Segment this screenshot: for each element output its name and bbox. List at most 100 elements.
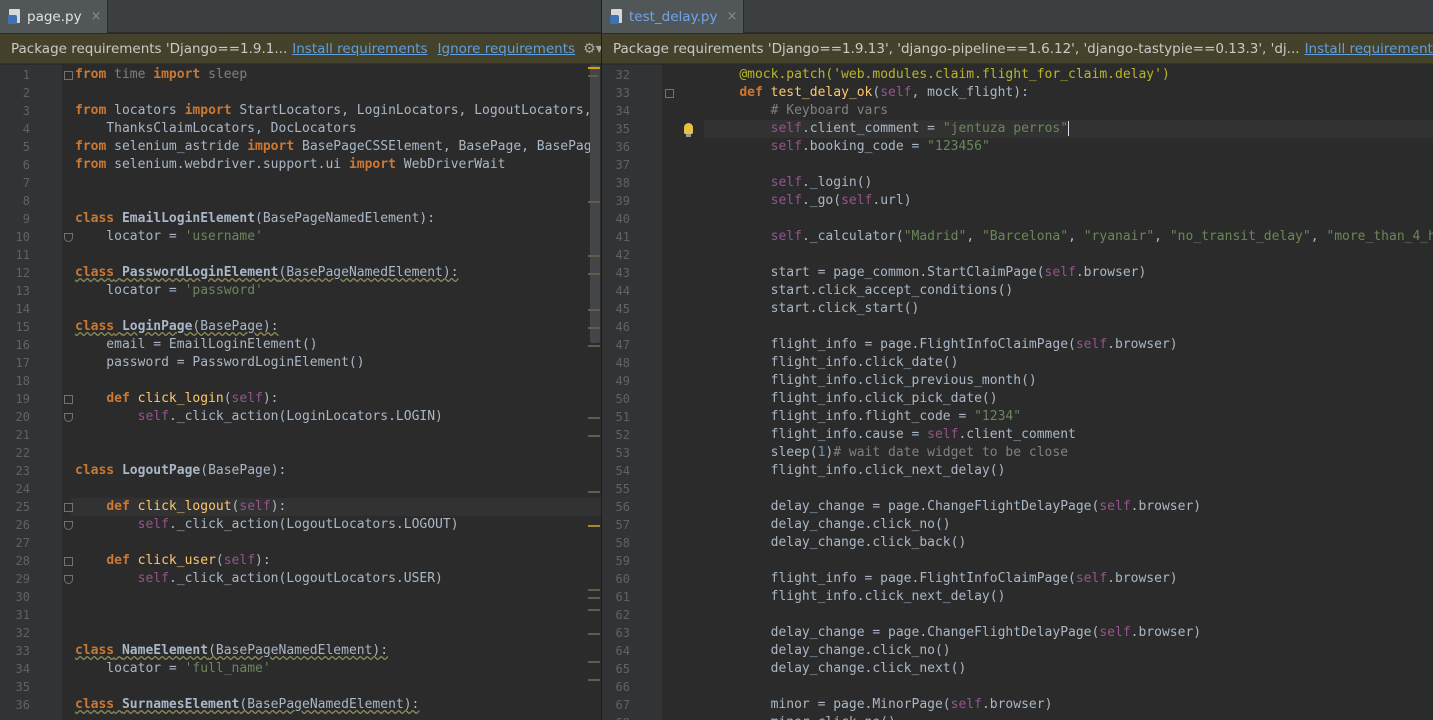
right-editor-pane: test_delay.py × Package requirements 'Dj…	[602, 0, 1433, 720]
code-line: delay_change.click_back()	[708, 534, 967, 552]
fold-end-marker[interactable]	[64, 413, 73, 422]
error-stripe-mark[interactable]	[588, 435, 600, 437]
error-stripe-mark[interactable]	[588, 273, 600, 275]
code-token: .browser)	[981, 697, 1053, 712]
lightbulb-icon[interactable]	[684, 123, 693, 137]
code-line: def click_user(self):	[75, 552, 271, 570]
tab-label: test_delay.py	[629, 8, 718, 25]
tab-page-py[interactable]: page.py ×	[0, 0, 109, 33]
code-line: flight_info.click_pick_date()	[708, 390, 998, 408]
fold-marker[interactable]	[64, 557, 73, 566]
line-number: 48	[615, 356, 630, 370]
code-token: 'full_name'	[184, 661, 271, 676]
code-line: from selenium.webdriver.support.ui impor…	[75, 156, 506, 174]
error-stripe-mark[interactable]	[588, 309, 600, 311]
error-stripe-mark[interactable]	[588, 525, 600, 527]
fold-end-marker[interactable]	[64, 575, 73, 584]
install-requirements-link[interactable]: Install requirements	[292, 41, 427, 57]
fold-marker[interactable]	[665, 89, 674, 98]
code-line: delay_change.click_no()	[708, 516, 951, 534]
code-token: self	[950, 697, 982, 712]
error-stripe-mark[interactable]	[588, 597, 600, 599]
code-token: .browser)	[1130, 499, 1202, 514]
line-number: 1	[22, 68, 30, 82]
code-token: (BasePageNamedElement):	[278, 265, 459, 280]
code-line: flight_info.flight_code = "1234"	[708, 408, 1021, 426]
error-stripe-mark[interactable]	[588, 345, 600, 347]
code-token: PasswordLoginElement	[121, 265, 279, 280]
line-number: 53	[615, 446, 630, 460]
code-token: (BasePage):	[192, 319, 279, 334]
error-stripe-mark[interactable]	[588, 679, 600, 681]
code-token: ):	[255, 553, 271, 568]
code-token: self	[841, 193, 873, 208]
line-number: 67	[615, 698, 630, 712]
error-stripe-mark[interactable]	[588, 327, 600, 329]
code-token: .booking_code =	[801, 139, 928, 154]
line-number: 34	[615, 104, 630, 118]
error-stripe-mark[interactable]	[588, 589, 600, 591]
tab-test-delay-py[interactable]: test_delay.py ×	[602, 0, 745, 33]
error-stripe-mark[interactable]	[588, 67, 600, 69]
error-stripe-mark[interactable]	[588, 75, 598, 77]
code-token: ,	[1310, 229, 1327, 244]
code-token: (BasePage):	[200, 463, 287, 478]
code-line: locator = 'password'	[75, 282, 263, 300]
code-line: flight_info.click_date()	[708, 354, 959, 372]
code-line: from locators import StartLocators, Logi…	[75, 102, 592, 120]
error-stripe-mark[interactable]	[588, 609, 600, 611]
code-token: self	[137, 409, 169, 424]
code-token: selenium_astride	[106, 139, 248, 154]
code-token: ._go(	[801, 193, 842, 208]
fold-marker[interactable]	[64, 395, 73, 404]
error-stripe-mark[interactable]	[588, 661, 600, 663]
code-line: minor.click_no()	[708, 714, 896, 720]
vertical-scrollbar[interactable]	[590, 65, 600, 343]
code-token: self	[880, 85, 912, 100]
fold-marker[interactable]	[64, 71, 73, 80]
line-number: 5	[22, 140, 30, 154]
close-tab-icon[interactable]: ×	[727, 9, 738, 24]
error-stripe-mark[interactable]	[588, 491, 600, 493]
code-editor[interactable]: 1 from time import sleep 2 3 from locators i…	[0, 65, 601, 720]
fold-end-marker[interactable]	[64, 233, 73, 242]
fold-end-marker[interactable]	[64, 521, 73, 530]
gear-icon[interactable]: ⚙▾	[583, 41, 601, 57]
code-token: ._click_action(LogoutLocators.LOGOUT)	[168, 517, 459, 532]
code-token: flight_info.click_previous_month()	[708, 373, 1037, 388]
code-token: class	[75, 265, 115, 280]
code-token: "Barcelona"	[981, 229, 1069, 244]
error-stripe-mark[interactable]	[588, 417, 600, 419]
code-token: start = page_common.StartClaimPage(	[708, 265, 1045, 280]
line-number: 14	[15, 302, 30, 316]
code-editor[interactable]: 32 @mock.patch('web.modules.claim.flight…	[602, 65, 1433, 720]
code-token: self	[137, 517, 169, 532]
code-token: click_login	[137, 391, 224, 406]
line-number: 30	[15, 590, 30, 604]
ignore-requirements-link[interactable]: Ignore requirements	[438, 41, 576, 57]
fold-marker[interactable]	[64, 503, 73, 512]
install-requirements-link[interactable]: Install requirements	[1305, 41, 1433, 57]
error-stripe-mark[interactable]	[588, 633, 600, 635]
error-stripe-mark[interactable]	[588, 255, 600, 257]
error-stripe-mark[interactable]	[588, 201, 600, 203]
line-number: 7	[22, 176, 30, 190]
line-number: 11	[15, 248, 30, 262]
code-token: ):	[262, 391, 279, 406]
line-number: 52	[615, 428, 630, 442]
code-token: WebDriverWait	[395, 157, 506, 172]
code-line: from selenium_astride import BasePageCSS…	[75, 138, 599, 156]
code-token: ._click_action(LogoutLocators.USER)	[168, 571, 443, 586]
code-token: delay_change.click_no()	[708, 517, 951, 532]
code-token: .browser)	[1107, 337, 1178, 352]
close-tab-icon[interactable]: ×	[91, 9, 102, 24]
code-token: ,	[1068, 229, 1084, 244]
code-line: delay_change.click_next()	[708, 660, 967, 678]
line-number: 59	[615, 554, 630, 568]
